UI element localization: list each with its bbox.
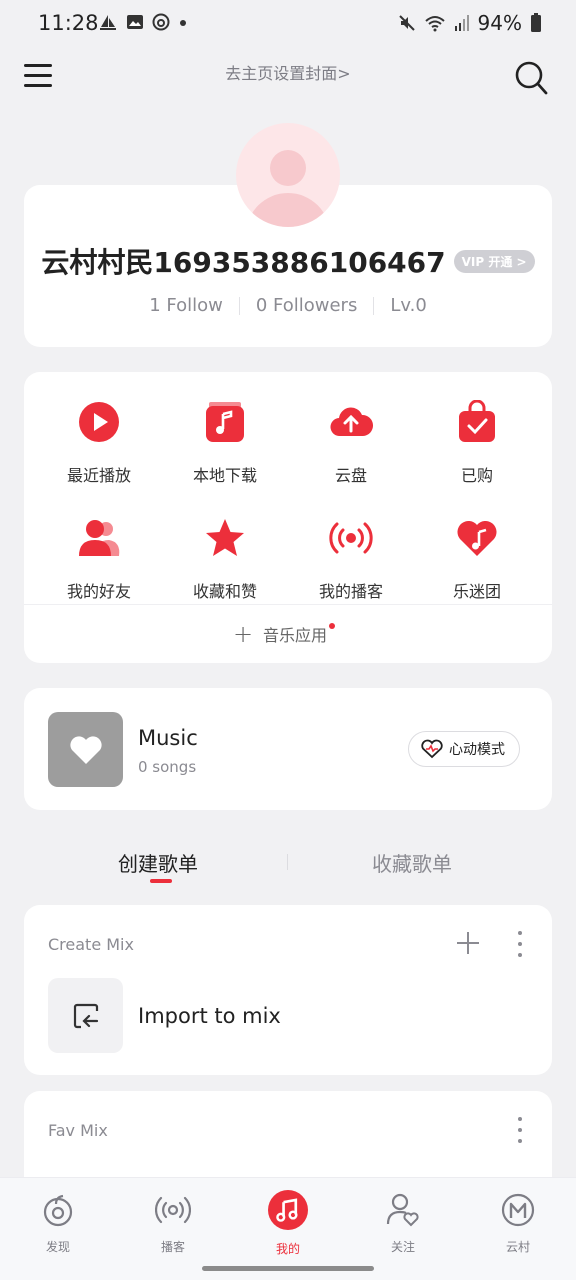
nav-podcast[interactable]: 播客	[133, 1192, 213, 1255]
feature-cloud-disk[interactable]: 云盘	[285, 400, 417, 486]
image-icon	[127, 15, 143, 29]
feature-label: 云盘	[334, 466, 367, 485]
set-cover-link[interactable]: 去主页设置封面>	[0, 60, 576, 84]
follow-count[interactable]: 1 Follow	[149, 295, 223, 316]
nav-follow[interactable]: 关注	[363, 1192, 443, 1255]
status-time: 11:28	[38, 11, 99, 35]
create-mix-card: Create Mix Import to mix	[24, 905, 552, 1075]
heart-music-icon	[457, 520, 497, 556]
search-icon	[515, 61, 548, 95]
feature-label: 收藏和赞	[192, 582, 257, 601]
feature-label: 本地下载	[192, 466, 257, 485]
playlist-tabs: 创建歌单 收藏歌单	[24, 838, 552, 888]
sailing-icon	[100, 15, 116, 30]
music-apps-label: 音乐应用	[263, 626, 328, 645]
divider	[24, 604, 552, 605]
nav-label: 我的	[275, 1242, 300, 1256]
status-bar: 11:28 94%	[0, 0, 576, 46]
avatar-head	[270, 150, 306, 186]
music-apps-button[interactable]: + 音乐应用	[24, 622, 552, 646]
bottom-nav: 发现 播客 我的 关注 云村	[0, 1177, 576, 1280]
nav-discover[interactable]: 发现	[18, 1192, 98, 1255]
followers-count[interactable]: 0 Followers	[256, 295, 358, 316]
divider	[287, 854, 288, 870]
heart-mode-label: 心动模式	[449, 742, 505, 758]
avatar[interactable]	[236, 123, 340, 227]
feature-favorites[interactable]: 收藏和赞	[159, 516, 291, 602]
my-music-icon	[268, 1190, 308, 1230]
stats-row: 1 Follow 0 Followers Lv.0	[24, 295, 552, 316]
fav-mix-header: Fav Mix	[48, 1121, 108, 1140]
import-cover[interactable]	[48, 978, 123, 1053]
heart-icon	[69, 735, 102, 764]
search-button[interactable]	[514, 60, 548, 96]
vip-badge[interactable]: VIP 开通 >	[453, 249, 535, 273]
notification-icons	[98, 12, 188, 32]
feature-local-download[interactable]: 本地下载	[159, 400, 291, 486]
level[interactable]: Lv.0	[390, 295, 426, 316]
plus-icon: +	[232, 620, 254, 648]
broadcast-icon	[329, 522, 373, 554]
podcast-icon	[154, 1196, 192, 1224]
feature-label: 我的好友	[66, 582, 131, 601]
shopping-bag-icon	[459, 399, 495, 442]
netease-notification-icon	[152, 13, 170, 31]
heart-mode-button[interactable]: 心动模式	[408, 731, 520, 767]
add-mix-button[interactable]	[456, 931, 480, 955]
feature-label: 我的播客	[318, 582, 383, 601]
heart-pulse-icon	[421, 739, 443, 759]
star-icon	[206, 519, 244, 556]
feature-my-friends[interactable]: 我的好友	[33, 516, 165, 602]
username[interactable]: 云村村民169353886106467	[41, 241, 445, 281]
feature-grid-card: 最近播放 本地下载 云盘 已购 我的好友 收藏和赞 我的播客 乐迷团 + 音乐应…	[24, 372, 552, 663]
tab-collected-playlists[interactable]: 收藏歌单	[372, 848, 452, 877]
feature-label: 已购	[460, 466, 493, 485]
liked-count: 0 songs	[138, 758, 197, 776]
feature-recent-play[interactable]: 最近播放	[33, 400, 165, 486]
divider	[373, 296, 375, 315]
feature-label: 最近播放	[66, 466, 131, 485]
more-options-button[interactable]	[514, 931, 526, 957]
import-to-mix-label[interactable]: Import to mix	[138, 1004, 281, 1028]
liked-music-card[interactable]: Music 0 songs 心动模式	[24, 688, 552, 810]
battery-percent: 94%	[477, 11, 522, 35]
status-right: 94%	[398, 11, 542, 35]
friends-icon	[79, 520, 120, 556]
nav-label: 云村	[505, 1240, 530, 1254]
signal-icon	[454, 15, 469, 31]
feature-fan-club[interactable]: 乐迷团	[411, 516, 543, 602]
village-icon	[501, 1193, 535, 1227]
dot-icon	[180, 20, 186, 26]
wifi-icon	[424, 16, 445, 32]
discover-icon	[43, 1194, 73, 1227]
feature-my-podcast[interactable]: 我的播客	[285, 516, 417, 602]
notification-dot	[329, 623, 336, 629]
liked-cover	[48, 712, 123, 787]
nav-label: 播客	[160, 1240, 185, 1254]
follow-icon	[386, 1193, 419, 1227]
home-indicator[interactable]	[202, 1266, 374, 1271]
nav-village[interactable]: 云村	[478, 1192, 558, 1255]
active-tab-indicator	[150, 879, 172, 883]
play-circle-icon	[79, 402, 119, 442]
cloud-upload-icon	[330, 407, 374, 437]
import-icon	[73, 1003, 98, 1028]
divider	[238, 296, 240, 315]
more-options-button[interactable]	[514, 1117, 526, 1143]
music-note-box-icon	[206, 402, 244, 442]
nav-my-music[interactable]: 我的	[248, 1190, 328, 1257]
username-row: 云村村民169353886106467 VIP 开通 >	[24, 241, 552, 281]
nav-label: 关注	[390, 1240, 415, 1254]
battery-icon	[531, 13, 541, 32]
liked-title: Music	[138, 726, 198, 750]
mute-icon	[398, 15, 415, 31]
tab-created-playlists[interactable]: 创建歌单	[118, 848, 198, 877]
nav-label: 发现	[45, 1240, 70, 1254]
feature-label: 乐迷团	[452, 582, 501, 601]
feature-purchased[interactable]: 已购	[411, 399, 543, 486]
avatar-body	[246, 193, 330, 227]
create-mix-header: Create Mix	[48, 935, 134, 954]
